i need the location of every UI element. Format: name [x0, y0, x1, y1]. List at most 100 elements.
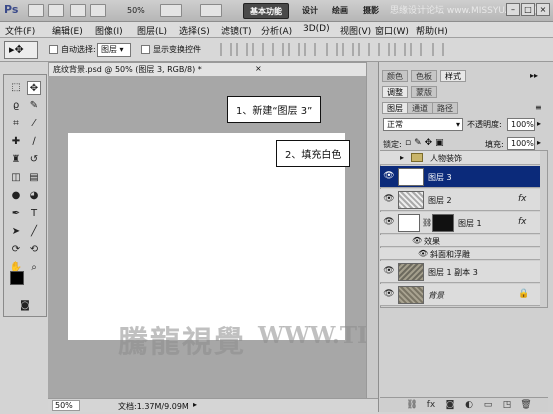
fill-arrow-icon[interactable]: ▸	[537, 138, 541, 147]
3d-rotate-tool-icon[interactable]: ⟳	[9, 243, 23, 257]
menu-window[interactable]: 窗口(W)	[375, 24, 409, 37]
auto-select-dropdown[interactable]: 图层 ▾	[97, 43, 131, 57]
layer-effects-row[interactable]: 👁 效果	[380, 235, 540, 247]
menu-filter[interactable]: 滤镜(T)	[221, 24, 252, 37]
link-layers-icon[interactable]: ⛓	[406, 399, 418, 411]
distribute-right-icon[interactable]	[410, 43, 422, 56]
fill-input[interactable]: 100%	[507, 137, 535, 150]
marquee-tool-icon[interactable]: ⬚	[9, 81, 23, 95]
pen-tool-icon[interactable]: ✒	[9, 207, 23, 221]
delete-layer-icon[interactable]: 🗑	[520, 399, 532, 411]
auto-align-icon[interactable]	[432, 43, 444, 56]
zoom-icon[interactable]	[90, 4, 106, 17]
hand-icon[interactable]	[70, 4, 86, 17]
align-right-icon[interactable]	[304, 43, 316, 56]
distribute-vcenter-icon[interactable]	[342, 43, 354, 56]
lasso-tool-icon[interactable]: ϱ	[9, 99, 23, 113]
distribute-bottom-icon[interactable]	[358, 43, 370, 56]
new-group-icon[interactable]: ▭	[482, 399, 494, 411]
menu-layer[interactable]: 图层(L)	[137, 24, 167, 37]
tab-styles[interactable]: 样式	[440, 70, 466, 82]
menu-edit[interactable]: 编辑(E)	[52, 24, 83, 37]
distribute-top-icon[interactable]	[326, 43, 338, 56]
align-left-icon[interactable]	[272, 43, 284, 56]
crop-tool-icon[interactable]: ⌗	[9, 117, 23, 131]
workspace-essentials[interactable]: 基本功能	[243, 3, 289, 19]
distribute-hcenter-icon[interactable]	[394, 43, 406, 56]
minimize-button[interactable]: –	[506, 3, 520, 16]
layer-row-group[interactable]: ▸ 人物装饰	[380, 151, 540, 165]
clone-stamp-tool-icon[interactable]: ♜	[9, 153, 23, 167]
panel-collapse-icon[interactable]: ▸▸	[530, 71, 538, 80]
layer-row-background[interactable]: 👁 背景 🔒	[380, 284, 540, 306]
type-tool-icon[interactable]: T	[27, 207, 41, 221]
path-select-tool-icon[interactable]: ➤	[9, 225, 23, 239]
quick-select-tool-icon[interactable]: ✎	[27, 99, 41, 113]
bridge-icon[interactable]	[28, 4, 44, 17]
align-hcenter-icon[interactable]	[288, 43, 300, 56]
auto-select-checkbox[interactable]	[49, 45, 58, 54]
dodge-tool-icon[interactable]: ◕	[27, 189, 41, 203]
gradient-tool-icon[interactable]: ▤	[27, 171, 41, 185]
arrange-documents-icon[interactable]	[200, 4, 222, 17]
tab-layers[interactable]: 图层	[382, 102, 408, 114]
add-style-icon[interactable]: fx	[425, 399, 437, 411]
workspace-design[interactable]: 设计	[296, 3, 324, 19]
workspace-photography[interactable]: 摄影	[357, 3, 385, 19]
add-mask-icon[interactable]: ◙	[444, 399, 456, 411]
menu-image[interactable]: 图像(I)	[95, 24, 123, 37]
menu-help[interactable]: 帮助(H)	[416, 24, 448, 37]
history-brush-tool-icon[interactable]: ↺	[27, 153, 41, 167]
eraser-tool-icon[interactable]: ◫	[9, 171, 23, 185]
effects-eye-icon[interactable]: 👁	[412, 236, 422, 245]
visibility-eye-icon[interactable]: 👁	[382, 289, 396, 310]
distribute-left-icon[interactable]	[378, 43, 390, 56]
status-menu-arrow-icon[interactable]: ▸	[193, 400, 197, 409]
layer-effect-bevel-row[interactable]: 👁 斜面和浮雕	[380, 248, 540, 260]
menu-3d[interactable]: 3D(D)	[303, 24, 330, 34]
workspace-painting[interactable]: 绘画	[326, 3, 354, 19]
layer-row-layer-1[interactable]: 👁 ⛓ 图层 1 fx	[380, 212, 540, 234]
menu-view[interactable]: 视图(V)	[340, 24, 371, 37]
layer-mask-thumbnail[interactable]	[432, 214, 454, 232]
zoom-level[interactable]: 50%	[127, 6, 145, 15]
eyedropper-tool-icon[interactable]: ⁄	[27, 117, 41, 131]
layer-row-layer-1-copy-3[interactable]: 👁 图层 1 副本 3	[380, 261, 540, 283]
mask-link-icon[interactable]: ⛓	[422, 218, 432, 227]
align-vcenter-icon[interactable]	[236, 43, 248, 56]
quick-mask-icon[interactable]: ◙	[16, 299, 34, 313]
layer-fx-icon[interactable]: fx	[518, 194, 527, 204]
blend-mode-dropdown[interactable]: 正常 ▾	[383, 118, 463, 131]
zoom-tool-icon[interactable]: ⌕	[27, 261, 41, 275]
tab-color[interactable]: 颜色	[382, 70, 408, 82]
menu-analysis[interactable]: 分析(A)	[261, 24, 292, 37]
healing-brush-tool-icon[interactable]: ✚	[9, 135, 23, 149]
new-layer-icon[interactable]: ◳	[501, 399, 513, 411]
move-tool-preset-icon[interactable]: ▸✥	[4, 41, 38, 59]
opacity-input[interactable]: 100%	[507, 118, 535, 131]
show-transform-checkbox[interactable]	[141, 45, 150, 54]
align-bottom-icon[interactable]	[252, 43, 264, 56]
move-tool-icon[interactable]: ✥	[27, 81, 41, 95]
lock-icons[interactable]: ▫✎✥▣	[405, 138, 447, 148]
maximize-button[interactable]: □	[521, 3, 535, 16]
menu-select[interactable]: 选择(S)	[179, 24, 210, 37]
status-zoom[interactable]: 50%	[52, 400, 80, 411]
minibridge-icon[interactable]	[48, 4, 64, 17]
blur-tool-icon[interactable]: ●	[9, 189, 23, 203]
layer-row-layer-2[interactable]: 👁 图层 2 fx	[380, 189, 540, 211]
shape-tool-icon[interactable]: ╱	[27, 225, 41, 239]
brush-tool-icon[interactable]: ∕	[27, 135, 41, 149]
layer-fx-icon[interactable]: fx	[518, 217, 527, 227]
effect-eye-icon[interactable]: 👁	[418, 249, 428, 258]
tab-channels[interactable]: 通道	[407, 102, 433, 114]
adjustment-layer-icon[interactable]: ◐	[463, 399, 475, 411]
close-tab-icon[interactable]: ×	[255, 64, 262, 73]
tab-masks[interactable]: 蒙版	[411, 86, 437, 98]
close-button[interactable]: ×	[536, 3, 550, 16]
tab-paths[interactable]: 路径	[432, 102, 458, 114]
layer-row-layer-3[interactable]: 👁 图层 3	[380, 166, 540, 188]
document-tab[interactable]: 底纹背景.psd @ 50% (图层 3, RGB/8) * ×	[48, 62, 378, 76]
group-expand-icon[interactable]: ▸	[400, 153, 404, 162]
tab-swatches[interactable]: 色板	[411, 70, 437, 82]
